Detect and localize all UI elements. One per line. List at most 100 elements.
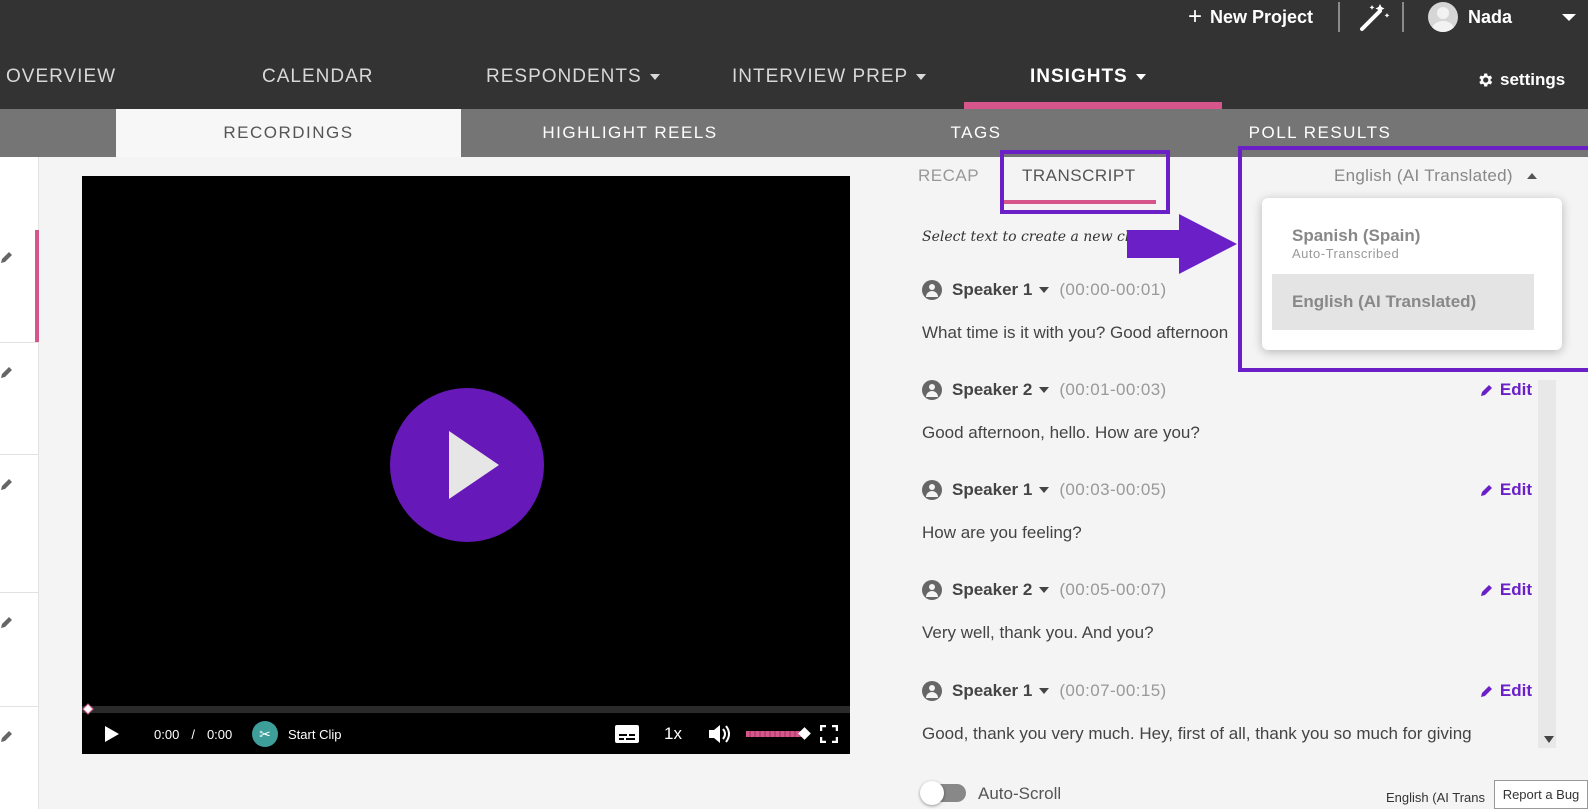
highlight-box [1000,150,1170,214]
list-item[interactable] [0,593,38,707]
pencil-icon [1480,385,1492,396]
segment-time[interactable]: (00:07-00:15) [1059,681,1166,701]
segment-time[interactable]: (00:01-00:03) [1059,380,1166,400]
segment-text[interactable]: Good, thank you very much. Hey, first of… [922,724,1472,744]
speaker-row: Speaker 1 (00:00-00:01) [922,280,1167,300]
chevron-down-icon[interactable] [1039,387,1050,393]
transcript-segment: Speaker 2 (00:01-00:03) Edit Good aftern… [922,380,1532,470]
chevron-down-icon [1135,74,1146,80]
transcript-scrollbar[interactable] [1538,380,1556,748]
tab-recordings-label: RECORDINGS [223,123,354,142]
chevron-down-icon [916,74,927,80]
start-clip-button[interactable]: ✂ Start Clip [252,714,341,754]
tab-recordings[interactable]: RECORDINGS [116,109,461,157]
edit-button[interactable]: Edit [1480,380,1532,400]
edit-button[interactable]: Edit [1480,580,1532,600]
speaker-name[interactable]: Speaker 1 [952,280,1032,300]
list-item[interactable] [0,343,38,455]
speaker-name[interactable]: Speaker 1 [952,480,1032,500]
auto-scroll-toggle[interactable] [920,781,966,805]
arrow-annotation [1127,214,1237,274]
speaker-name[interactable]: Speaker 2 [952,380,1032,400]
segment-time[interactable]: (00:03-00:05) [1059,480,1166,500]
play-control[interactable] [104,714,120,754]
new-project-button[interactable]: + New Project [1188,5,1313,29]
nav-calendar[interactable]: CALENDAR [262,66,373,88]
video-player[interactable]: 0:00 / 0:00 ✂ Start Clip 1x [82,176,850,754]
list-item[interactable] [0,455,38,593]
tab-highlight-reels[interactable]: HIGHLIGHT REELS [470,109,790,157]
nav-interview-prep[interactable]: INTERVIEW PREP [732,66,927,88]
volume-icon [709,725,730,743]
volume-button[interactable] [708,714,732,754]
transcript-segment: Speaker 2 (00:05-00:07) Edit Very well, … [922,580,1532,670]
pencil-icon [1480,686,1492,697]
segment-text[interactable]: What time is it with you? Good afternoon [922,323,1228,343]
magic-wand-icon[interactable] [1358,2,1390,32]
progress-bar[interactable] [82,706,850,713]
pencil-icon[interactable] [0,365,14,379]
nav-respondents-label: RESPONDENTS [486,66,642,87]
edit-button[interactable]: Edit [1480,681,1532,701]
nav-respondents[interactable]: RESPONDENTS [486,66,660,88]
segment-text[interactable]: How are you feeling? [922,523,1082,543]
user-menu[interactable]: Nada [1428,2,1577,32]
auto-scroll-label: Auto-Scroll [978,784,1062,803]
fullscreen-button[interactable] [820,714,838,754]
pencil-icon[interactable] [0,615,14,629]
gear-icon [1479,73,1493,87]
language-indicator: English (AI Trans [1386,790,1485,805]
speaker-row: Speaker 1 (00:03-00:05) [922,480,1167,500]
tab-poll-results-label: POLL RESULTS [1248,123,1392,142]
top-bar: + New Project Nada OVERVIEW CALENDAR RES… [0,0,1588,109]
nav-overview[interactable]: OVERVIEW [6,66,116,88]
chevron-down-icon[interactable] [1039,287,1050,293]
time-separator: / [191,726,195,742]
settings-link[interactable]: settings [1476,70,1565,90]
speaker-name[interactable]: Speaker 2 [952,580,1032,600]
transcript-segment: Speaker 1 (00:07-00:15) Edit Good, thank… [922,681,1532,771]
pencil-icon[interactable] [0,250,14,264]
volume-slider[interactable] [746,731,806,737]
segment-text[interactable]: Very well, thank you. And you? [922,623,1154,643]
edit-label: Edit [1499,480,1532,499]
list-item[interactable] [0,230,39,343]
divider [1402,2,1404,32]
report-bug-button[interactable]: Report a Bug [1494,780,1588,809]
chevron-down-icon[interactable] [1039,587,1050,593]
speaker-name[interactable]: Speaker 1 [952,681,1032,701]
nav-overview-label: OVERVIEW [6,66,117,87]
chevron-down-icon[interactable] [1039,688,1050,694]
edit-label: Edit [1499,681,1532,700]
pencil-icon[interactable] [0,729,14,743]
chevron-down-icon[interactable] [1039,487,1050,493]
playback-speed[interactable]: 1x [664,714,682,754]
scroll-down-icon[interactable] [1544,736,1554,743]
play-button[interactable] [390,388,544,542]
tab-recap[interactable]: RECAP [918,166,979,186]
nav-calendar-label: CALENDAR [262,66,374,87]
avatar [1428,2,1458,32]
user-icon [922,280,942,300]
list-item[interactable] [0,707,38,809]
segment-time[interactable]: (00:05-00:07) [1059,580,1166,600]
captions-icon [615,725,639,743]
start-clip-label: Start Clip [288,726,342,742]
active-tab-indicator [964,102,1222,109]
settings-label: settings [1500,70,1566,89]
captions-button[interactable] [614,714,640,754]
chevron-down-icon [1562,13,1577,21]
user-icon [922,580,942,600]
edit-button[interactable]: Edit [1480,480,1532,500]
duration: 0:00 [206,726,233,742]
speaker-row: Speaker 1 (00:07-00:15) [922,681,1167,701]
user-name: Nada [1468,6,1513,27]
segment-time[interactable]: (00:00-00:01) [1059,280,1166,300]
pencil-icon[interactable] [0,477,14,491]
report-bug-label: Report a Bug [1502,787,1580,802]
segment-text[interactable]: Good afternoon, hello. How are you? [922,423,1200,443]
nav-insights[interactable]: INSIGHTS [1030,66,1146,88]
volume-handle[interactable] [798,727,811,740]
transcript-hint: Select text to create a new clip [922,229,1143,245]
user-icon [922,380,942,400]
